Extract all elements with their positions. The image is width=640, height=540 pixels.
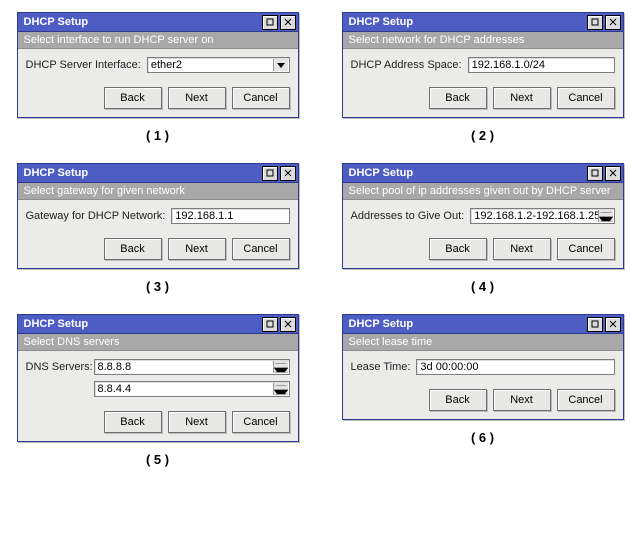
dns1-value: 8.8.8.8 (98, 361, 132, 373)
window-title: DHCP Setup (24, 318, 260, 330)
dns2-value: 8.8.4.4 (98, 383, 132, 395)
cancel-button[interactable]: Cancel (232, 411, 290, 433)
minimize-icon[interactable] (587, 15, 603, 30)
gateway-input[interactable]: 192.168.1.1 (171, 208, 289, 224)
subheader: Select pool of ip addresses given out by… (343, 183, 623, 200)
interface-select[interactable]: ether2 (147, 57, 290, 73)
minimize-icon[interactable] (587, 166, 603, 181)
dhcp-setup-window-2: DHCP Setup Select network for DHCP addre… (342, 12, 624, 118)
subheader: Select lease time (343, 334, 623, 351)
dhcp-setup-window-5: DHCP Setup Select DNS servers DNS Server… (17, 314, 299, 442)
step-label-3: ( 3 ) (146, 279, 169, 294)
window-title: DHCP Setup (24, 167, 260, 179)
minimize-icon[interactable] (262, 166, 278, 181)
cancel-button[interactable]: Cancel (232, 87, 290, 109)
close-icon[interactable] (280, 317, 296, 332)
dns-label: DNS Servers: (26, 361, 88, 373)
subheader: Select network for DHCP addresses (343, 32, 623, 49)
next-button[interactable]: Next (493, 389, 551, 411)
gateway-value: 192.168.1.1 (175, 210, 233, 222)
next-button[interactable]: Next (168, 238, 226, 260)
minimize-icon[interactable] (262, 15, 278, 30)
address-space-value: 192.168.1.0/24 (472, 59, 545, 71)
window-title: DHCP Setup (349, 16, 585, 28)
titlebar: DHCP Setup (343, 164, 623, 183)
titlebar: DHCP Setup (18, 164, 298, 183)
lease-value: 3d 00:00:00 (420, 361, 478, 373)
back-button[interactable]: Back (429, 389, 487, 411)
window-title: DHCP Setup (349, 167, 585, 179)
next-button[interactable]: Next (168, 87, 226, 109)
pool-value: 192.168.1.2-192.168.1.254 (474, 210, 606, 222)
subheader: Select gateway for given network (18, 183, 298, 200)
cancel-button[interactable]: Cancel (232, 238, 290, 260)
back-button[interactable]: Back (429, 238, 487, 260)
next-button[interactable]: Next (168, 411, 226, 433)
dns2-input[interactable]: 8.8.4.4 (94, 381, 290, 397)
pool-input[interactable]: 192.168.1.2-192.168.1.254 (470, 208, 614, 224)
dhcp-setup-window-6: DHCP Setup Select lease time Lease Time:… (342, 314, 624, 420)
address-space-input[interactable]: 192.168.1.0/24 (468, 57, 615, 73)
spinner-icon[interactable] (273, 361, 288, 373)
interface-label: DHCP Server Interface: (26, 59, 141, 71)
cancel-button[interactable]: Cancel (557, 238, 615, 260)
step-label-5: ( 5 ) (146, 452, 169, 467)
window-title: DHCP Setup (24, 16, 260, 28)
subheader: Select DNS servers (18, 334, 298, 351)
spin-down-icon[interactable] (274, 390, 288, 396)
minimize-icon[interactable] (262, 317, 278, 332)
back-button[interactable]: Back (429, 87, 487, 109)
dhcp-setup-window-4: DHCP Setup Select pool of ip addresses g… (342, 163, 624, 269)
pool-label: Addresses to Give Out: (351, 210, 465, 222)
spin-down-icon[interactable] (274, 368, 288, 374)
close-icon[interactable] (605, 317, 621, 332)
lease-label: Lease Time: (351, 361, 411, 373)
next-button[interactable]: Next (493, 87, 551, 109)
gateway-label: Gateway for DHCP Network: (26, 210, 166, 222)
lease-input[interactable]: 3d 00:00:00 (416, 359, 614, 375)
titlebar: DHCP Setup (18, 315, 298, 334)
spinner-icon[interactable] (598, 210, 613, 222)
step-label-6: ( 6 ) (471, 430, 494, 445)
cancel-button[interactable]: Cancel (557, 389, 615, 411)
subheader: Select interface to run DHCP server on (18, 32, 298, 49)
close-icon[interactable] (280, 15, 296, 30)
close-icon[interactable] (280, 166, 296, 181)
titlebar: DHCP Setup (18, 13, 298, 32)
next-button[interactable]: Next (493, 238, 551, 260)
window-title: DHCP Setup (349, 318, 585, 330)
dropdown-icon[interactable] (273, 59, 288, 71)
step-label-2: ( 2 ) (471, 128, 494, 143)
titlebar: DHCP Setup (343, 315, 623, 334)
back-button[interactable]: Back (104, 411, 162, 433)
titlebar: DHCP Setup (343, 13, 623, 32)
close-icon[interactable] (605, 166, 621, 181)
back-button[interactable]: Back (104, 87, 162, 109)
spin-down-icon[interactable] (599, 217, 613, 223)
close-icon[interactable] (605, 15, 621, 30)
spinner-icon[interactable] (273, 383, 288, 395)
back-button[interactable]: Back (104, 238, 162, 260)
step-label-1: ( 1 ) (146, 128, 169, 143)
minimize-icon[interactable] (587, 317, 603, 332)
dhcp-setup-window-3: DHCP Setup Select gateway for given netw… (17, 163, 299, 269)
dns1-input[interactable]: 8.8.8.8 (94, 359, 290, 375)
dhcp-setup-window-1: DHCP Setup Select interface to run DHCP … (17, 12, 299, 118)
cancel-button[interactable]: Cancel (557, 87, 615, 109)
interface-value: ether2 (151, 59, 182, 71)
step-label-4: ( 4 ) (471, 279, 494, 294)
address-space-label: DHCP Address Space: (351, 59, 462, 71)
